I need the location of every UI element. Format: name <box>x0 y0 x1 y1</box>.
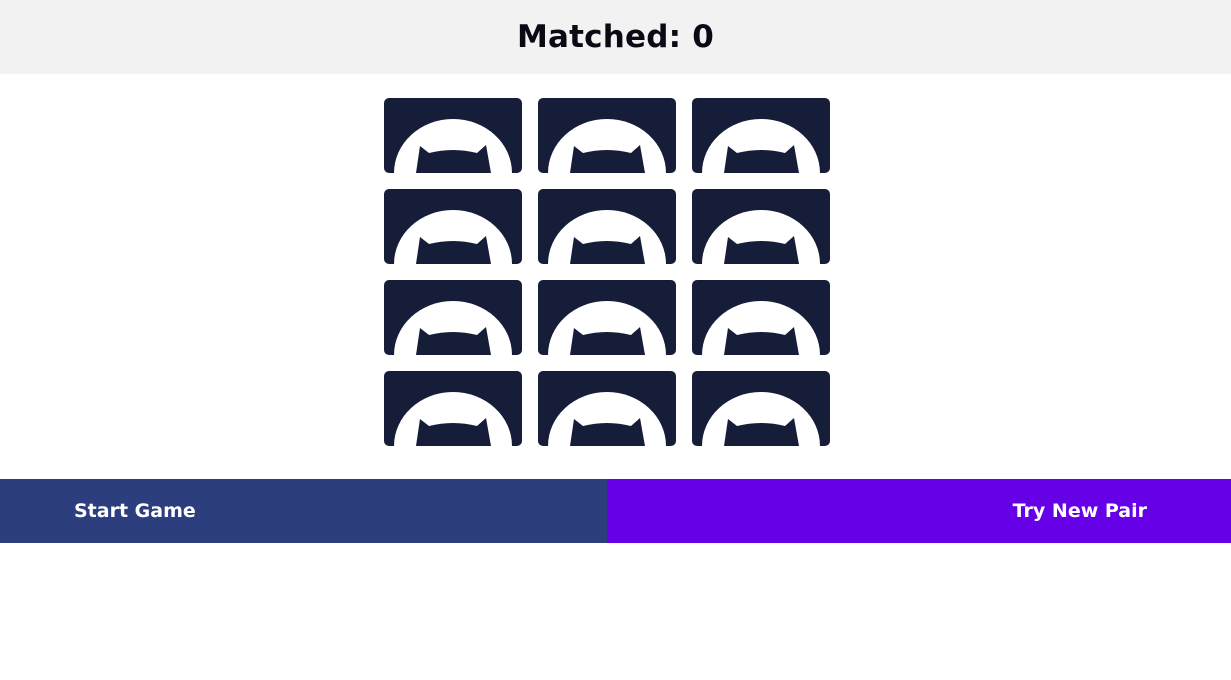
memory-card[interactable] <box>384 189 522 264</box>
memory-card[interactable] <box>692 98 830 173</box>
card-grid <box>384 98 830 446</box>
memory-card[interactable] <box>384 280 522 355</box>
cat-silhouette-icon <box>538 371 676 446</box>
control-bar: Start Game Try New Pair <box>0 479 1231 543</box>
cat-silhouette-icon <box>692 98 830 173</box>
memory-card[interactable] <box>538 371 676 446</box>
memory-card[interactable] <box>538 189 676 264</box>
cat-silhouette-icon <box>692 371 830 446</box>
memory-card[interactable] <box>384 98 522 173</box>
score-bar: Matched: 0 <box>0 0 1231 74</box>
cat-silhouette-icon <box>538 189 676 264</box>
memory-card[interactable] <box>692 280 830 355</box>
cat-silhouette-icon <box>384 371 522 446</box>
memory-card[interactable] <box>692 189 830 264</box>
cat-silhouette-icon <box>384 280 522 355</box>
cat-silhouette-icon <box>538 98 676 173</box>
start-game-button[interactable]: Start Game <box>0 479 607 543</box>
cat-silhouette-icon <box>538 280 676 355</box>
memory-card[interactable] <box>538 280 676 355</box>
cat-silhouette-icon <box>384 98 522 173</box>
matched-counter: Matched: 0 <box>516 19 714 55</box>
cat-silhouette-icon <box>692 189 830 264</box>
memory-card[interactable] <box>692 371 830 446</box>
cat-silhouette-icon <box>384 189 522 264</box>
memory-card[interactable] <box>384 371 522 446</box>
memory-card[interactable] <box>538 98 676 173</box>
try-new-pair-button[interactable]: Try New Pair <box>607 479 1231 543</box>
cat-silhouette-icon <box>692 280 830 355</box>
